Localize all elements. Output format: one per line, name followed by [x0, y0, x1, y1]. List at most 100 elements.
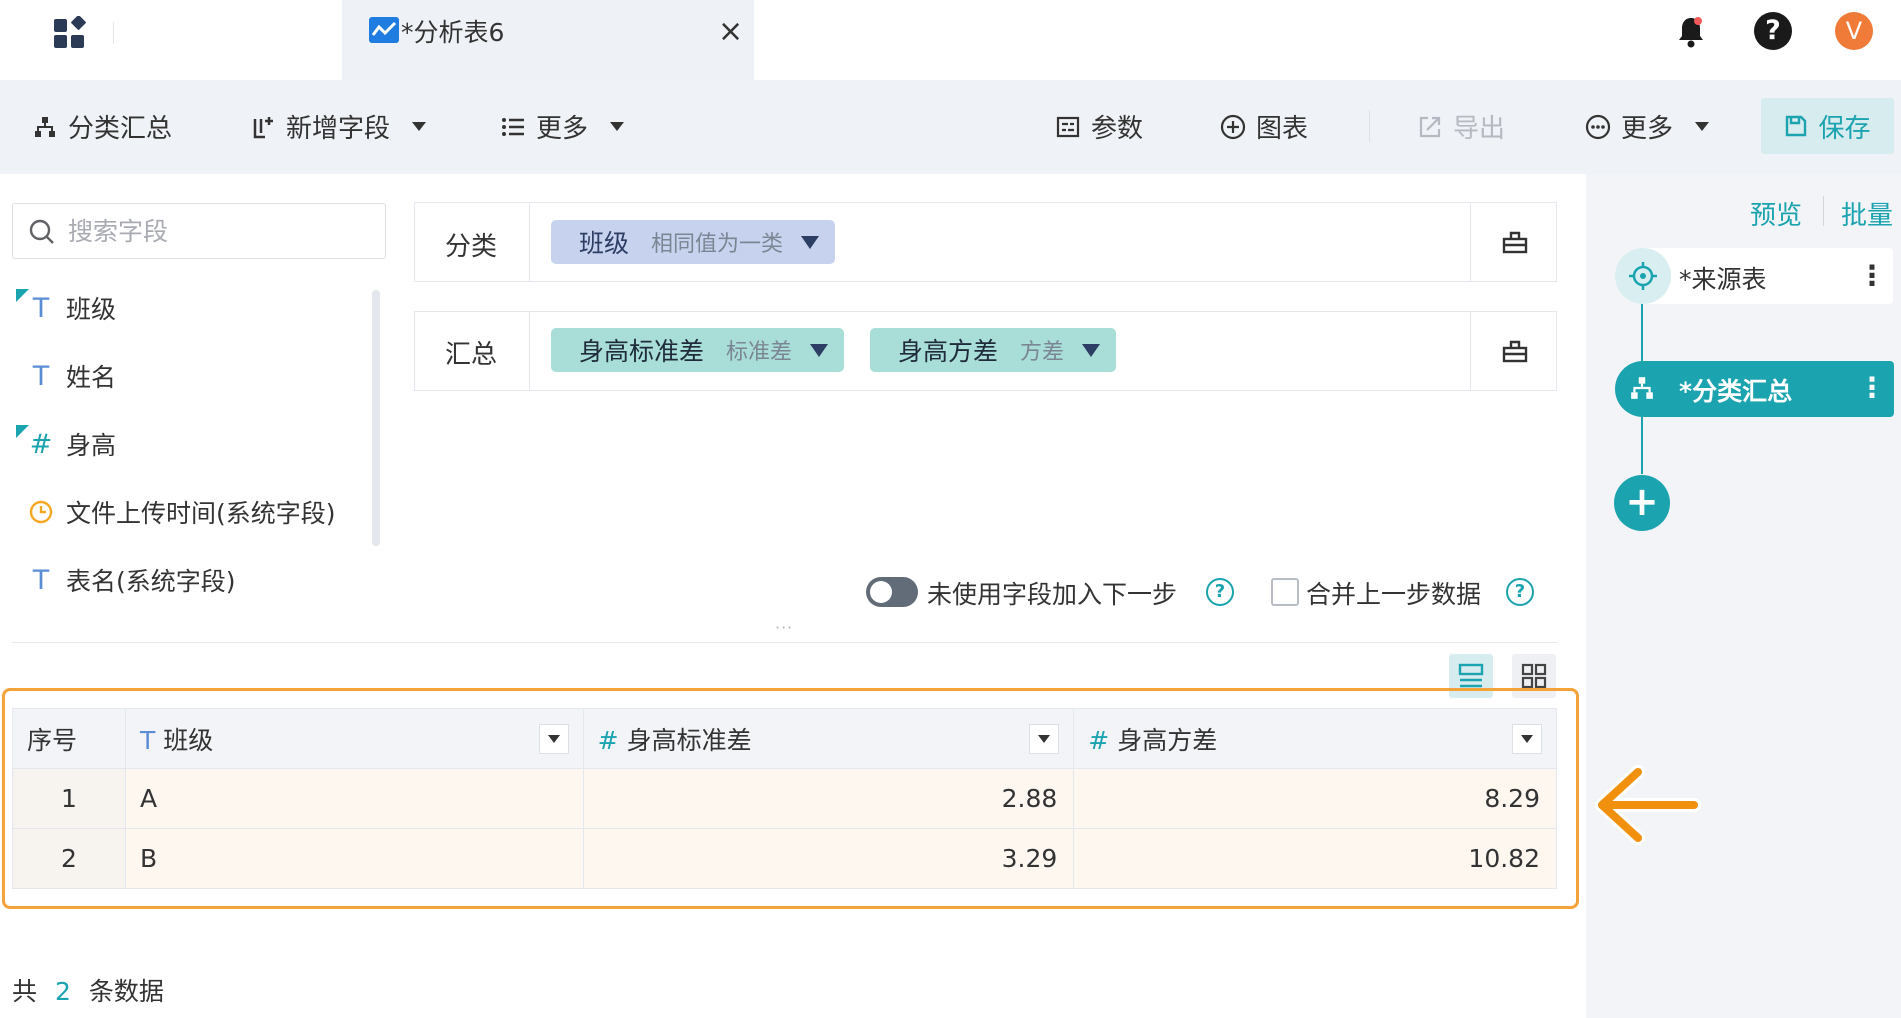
help-icon[interactable]: ?	[1206, 578, 1234, 606]
number-type-icon: #	[597, 725, 619, 755]
pill-mode: 方差	[1020, 340, 1065, 365]
save-label: 保存	[1818, 113, 1871, 144]
cell-std: 2.88	[582, 768, 1075, 829]
field-label: 表名(系统字段)	[66, 567, 236, 596]
merge-checkbox[interactable]	[1271, 578, 1299, 606]
target-icon	[1615, 248, 1671, 304]
pill-field-name: 班级	[579, 229, 630, 258]
group-field-pill[interactable]: 班级 相同值为一类	[551, 220, 836, 264]
help-icon[interactable]: ?	[1754, 12, 1792, 50]
params-label: 参数	[1091, 114, 1144, 144]
field-item-height[interactable]: # 身高	[16, 424, 116, 462]
column-header-std[interactable]: # 身高标准差	[582, 708, 1075, 769]
list-icon	[500, 114, 526, 140]
field-item-name[interactable]: T 姓名	[16, 358, 116, 394]
more-right-label: 更多	[1621, 114, 1674, 144]
hierarchy-icon	[32, 114, 58, 140]
cell-class: B	[124, 828, 584, 889]
left-arrow-icon	[1590, 764, 1702, 846]
row-count-prefix: 共	[12, 977, 38, 1006]
more-menu-right[interactable]: 更多	[1585, 108, 1710, 145]
pill-mode: 标准差	[726, 340, 793, 365]
more-menu-left[interactable]: 更多	[500, 108, 625, 145]
cell-var: 10.82	[1073, 828, 1557, 889]
flow-node-summary-label: *分类汇总	[1679, 377, 1793, 406]
chevron-down-icon	[547, 734, 560, 743]
params-icon	[1055, 114, 1081, 140]
clear-eraser-icon[interactable]	[1500, 227, 1530, 257]
clock-icon	[16, 499, 66, 525]
field-list-scrollbar[interactable]	[372, 290, 380, 546]
chevron-down-icon	[1521, 734, 1533, 743]
add-column-icon	[250, 114, 276, 140]
flow-panel-divider	[1823, 196, 1824, 226]
column-header-var[interactable]: # 身高方差	[1073, 708, 1557, 769]
preview-link[interactable]: 预览	[1750, 195, 1802, 232]
pill-mode: 相同值为一类	[651, 232, 784, 257]
node-menu-icon[interactable]: ⋮	[1858, 374, 1886, 402]
row-count-value: 2	[55, 977, 71, 1006]
export-button[interactable]: 导出	[1417, 108, 1505, 145]
more-left-label: 更多	[536, 114, 589, 144]
flow-node-source-label: *来源表	[1679, 265, 1767, 294]
table-row: 1 A 2.88 8.29	[12, 768, 1557, 829]
analysis-table-icon	[369, 17, 399, 43]
resize-handle[interactable]: ···	[775, 618, 793, 637]
used-marker	[16, 288, 29, 302]
add-field-button[interactable]: 新增字段	[250, 108, 427, 145]
number-type-icon: #	[1088, 725, 1110, 755]
export-icon	[1417, 114, 1443, 140]
field-item-upload-time[interactable]: 文件上传时间(系统字段)	[16, 494, 336, 530]
bell-icon[interactable]	[1673, 14, 1709, 50]
column-header-seq: 序号	[12, 708, 126, 769]
add-field-label: 新增字段	[286, 114, 391, 144]
chevron-down-icon	[1695, 122, 1710, 131]
help-icon[interactable]: ?	[1506, 578, 1534, 606]
plus-circle-icon	[1220, 114, 1246, 140]
chart-label: 图表	[1256, 114, 1309, 144]
used-marker	[16, 424, 29, 438]
table-row: 2 B 3.29 10.82	[12, 828, 1557, 889]
row-number: 2	[12, 828, 126, 889]
aggregate-pill-std[interactable]: 身高标准差 标准差	[551, 328, 845, 372]
clear-eraser-icon[interactable]	[1500, 336, 1530, 366]
search-icon	[28, 218, 56, 246]
merge-label: 合并上一步数据	[1306, 580, 1482, 609]
batch-link[interactable]: 批量	[1841, 195, 1893, 232]
row-number: 1	[12, 768, 126, 829]
close-icon[interactable]: ×	[718, 14, 743, 49]
save-icon	[1784, 114, 1808, 138]
column-header-class[interactable]: T 班级	[124, 708, 584, 769]
field-item-table-name[interactable]: T 表名(系统字段)	[16, 562, 236, 598]
cell-std: 3.29	[582, 828, 1075, 889]
field-label: 姓名	[66, 363, 117, 392]
column-menu-button[interactable]	[1029, 723, 1060, 754]
summary-type-button[interactable]: 分类汇总	[32, 108, 172, 145]
params-button[interactable]: 参数	[1055, 108, 1143, 145]
aggregate-label: 汇总	[445, 340, 498, 370]
row-count-suffix: 条数据	[88, 977, 164, 1006]
pill-field-name: 身高标准差	[579, 337, 705, 366]
add-node-button[interactable]: +	[1614, 475, 1670, 531]
more-circle-icon	[1585, 114, 1611, 140]
column-header-label: 身高标准差	[626, 725, 752, 755]
result-table: 序号 T 班级 # 身高标准差 # 身高方差 1 A 2.88 8.29 2 B…	[12, 708, 1557, 889]
column-header-label: 序号	[27, 725, 78, 755]
summary-type-label: 分类汇总	[68, 114, 173, 144]
aggregate-pill-var[interactable]: 身高方差 方差	[870, 328, 1117, 372]
search-input[interactable]	[68, 214, 368, 248]
chart-button[interactable]: 图表	[1220, 108, 1308, 145]
column-menu-button[interactable]	[538, 723, 569, 754]
app-grid-icon[interactable]	[52, 16, 88, 50]
avatar[interactable]: V	[1835, 12, 1873, 50]
tab-title: *分析表6	[401, 18, 505, 47]
field-item-class[interactable]: T 班级	[16, 288, 116, 326]
table-header-row: 序号 T 班级 # 身高标准差 # 身高方差	[12, 708, 1557, 769]
top-bar	[0, 0, 1901, 80]
column-menu-button[interactable]	[1512, 723, 1542, 754]
node-menu-icon[interactable]: ⋮	[1858, 262, 1886, 290]
field-label: 文件上传时间(系统字段)	[66, 499, 336, 528]
text-type-icon: T	[32, 564, 50, 596]
save-button[interactable]: 保存	[1761, 98, 1894, 154]
text-type-icon: T	[32, 360, 50, 392]
